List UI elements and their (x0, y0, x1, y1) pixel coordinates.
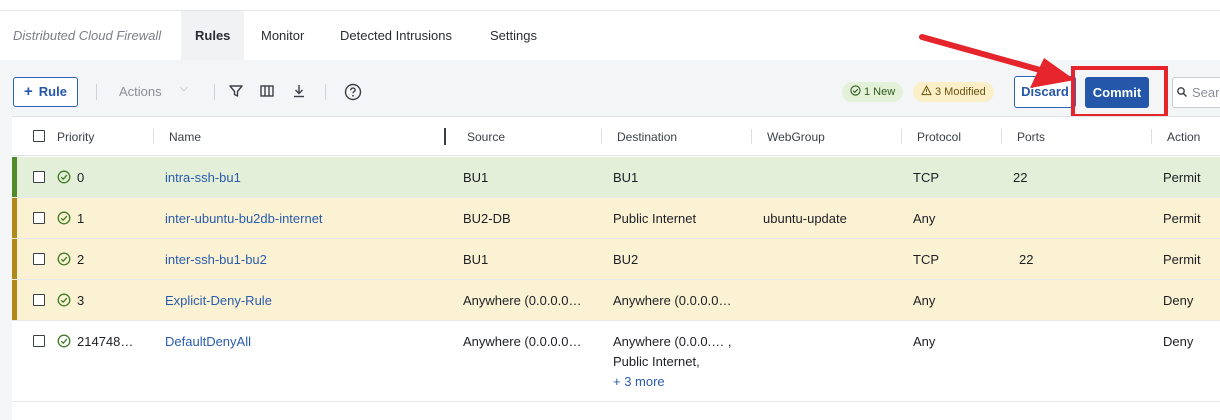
actions-dropdown[interactable]: Actions (119, 84, 162, 99)
rule-name-link[interactable]: intra-ssh-bu1 (165, 170, 241, 185)
search-icon (1177, 87, 1188, 98)
source-cell: Anywhere (0.0.0.0… (463, 334, 582, 349)
destination-cell-line2: Public Internet, (613, 354, 700, 369)
column-divider (1001, 129, 1002, 144)
table-row[interactable]: 2 inter-ssh-bu1-bu2 BU1 BU2 TCP 22 Permi… (12, 239, 1220, 280)
filter-icon[interactable] (228, 83, 244, 99)
protocol-cell: TCP (913, 170, 939, 185)
protocol-cell: Any (913, 293, 936, 308)
row-checkbox[interactable] (33, 294, 45, 306)
table-row[interactable]: 1 inter-ubuntu-bu2db-internet BU2-DB Pub… (12, 198, 1220, 239)
column-divider (901, 129, 902, 144)
plus-icon: + (24, 83, 33, 100)
row-status-bar (12, 198, 17, 238)
top-nav: Distributed Cloud Firewall Rules Monitor… (0, 10, 1220, 60)
column-divider (153, 129, 154, 144)
add-rule-button[interactable]: + Rule (13, 77, 78, 107)
destination-cell: BU2 (613, 252, 639, 267)
new-count-badge: 1 New (842, 82, 904, 102)
help-icon[interactable] (344, 83, 362, 101)
source-cell: Anywhere (0.0.0.0… (463, 293, 582, 308)
check-circle-icon (57, 252, 71, 266)
destination-cell: Anywhere (0.0.0.… , (613, 334, 732, 349)
app-title: Distributed Cloud Firewall (13, 28, 162, 43)
ports-cell: 22 (1013, 170, 1028, 185)
show-more-link[interactable]: + 3 more (613, 374, 665, 389)
destination-cell: BU1 (613, 170, 639, 185)
warning-icon (921, 85, 932, 96)
check-circle-icon (57, 170, 71, 184)
priority-cell: 214748… (77, 334, 134, 349)
rules-table: Priority Name Source Destination WebGrou… (12, 116, 1220, 420)
rule-name-link[interactable]: DefaultDenyAll (165, 334, 251, 349)
col-name[interactable]: Name (169, 130, 201, 144)
action-cell: Deny (1163, 334, 1194, 349)
source-cell: BU1 (463, 252, 489, 267)
column-divider (601, 129, 602, 144)
row-checkbox[interactable] (33, 171, 45, 183)
rule-name-link[interactable]: Explicit-Deny-Rule (165, 293, 272, 308)
check-circle-icon (57, 211, 71, 225)
download-icon[interactable] (291, 83, 307, 99)
priority-cell: 0 (77, 170, 85, 185)
col-ports[interactable]: Ports (1017, 130, 1045, 144)
table-row[interactable]: 0 intra-ssh-bu1 BU1 BU1 TCP 22 Permit (12, 157, 1220, 198)
chevron-down-icon[interactable]: ⌵ (180, 83, 188, 94)
action-cell: Permit (1163, 252, 1201, 267)
column-resize-handle[interactable] (444, 128, 446, 145)
row-checkbox[interactable] (33, 212, 45, 224)
destination-cell: Public Internet (613, 211, 697, 226)
tab-monitor[interactable]: Monitor (247, 11, 318, 60)
webgroup-cell: ubuntu-update (763, 211, 847, 226)
col-webgroup[interactable]: WebGroup (767, 130, 825, 144)
source-cell: BU1 (463, 170, 489, 185)
columns-icon[interactable] (259, 83, 275, 99)
source-cell: BU2-DB (463, 211, 511, 226)
tab-settings[interactable]: Settings (476, 11, 551, 60)
commit-highlight-box (1071, 66, 1168, 118)
protocol-cell: TCP (913, 252, 939, 267)
table-row[interactable]: 3 Explicit-Deny-Rule Anywhere (0.0.0.0… … (12, 280, 1220, 321)
row-status-bar (12, 157, 17, 197)
check-circle-icon (57, 293, 71, 307)
column-divider (751, 129, 752, 144)
row-status-bar (12, 239, 17, 279)
priority-cell: 2 (77, 252, 85, 267)
priority-cell: 3 (77, 293, 85, 308)
column-divider (1151, 129, 1152, 144)
action-cell: Deny (1163, 293, 1194, 308)
rule-name-link[interactable]: inter-ubuntu-bu2db-internet (165, 211, 323, 226)
col-source[interactable]: Source (467, 130, 505, 144)
check-circle-icon (57, 334, 71, 348)
col-protocol[interactable]: Protocol (917, 130, 961, 144)
search-placeholder: Search (1192, 85, 1220, 100)
priority-cell: 1 (77, 211, 85, 226)
tab-detected-intrusions[interactable]: Detected Intrusions (326, 11, 466, 60)
rule-name-link[interactable]: inter-ssh-bu1-bu2 (165, 252, 267, 267)
modified-count-badge: 3 Modified (913, 82, 994, 102)
destination-cell: Anywhere (0.0.0.0… (613, 293, 732, 308)
action-cell: Permit (1163, 170, 1201, 185)
toolbar-divider (325, 84, 326, 100)
col-destination[interactable]: Destination (617, 130, 677, 144)
select-all-checkbox[interactable] (33, 130, 45, 142)
col-priority[interactable]: Priority (57, 130, 94, 144)
table-header: Priority Name Source Destination WebGrou… (12, 117, 1220, 156)
discard-button[interactable]: Discard (1014, 76, 1076, 108)
action-cell: Permit (1163, 211, 1201, 226)
toolbar-divider (96, 84, 97, 100)
check-circle-icon (850, 85, 861, 96)
row-status-bar (12, 280, 17, 320)
row-checkbox[interactable] (33, 335, 45, 347)
protocol-cell: Any (913, 211, 936, 226)
toolbar-divider (214, 84, 215, 100)
table-row[interactable]: 214748… DefaultDenyAll Anywhere (0.0.0.0… (12, 321, 1220, 402)
col-action[interactable]: Action (1167, 130, 1200, 144)
tab-rules[interactable]: Rules (181, 11, 245, 60)
protocol-cell: Any (913, 334, 936, 349)
row-checkbox[interactable] (33, 253, 45, 265)
ports-cell: 22 (1019, 252, 1034, 267)
